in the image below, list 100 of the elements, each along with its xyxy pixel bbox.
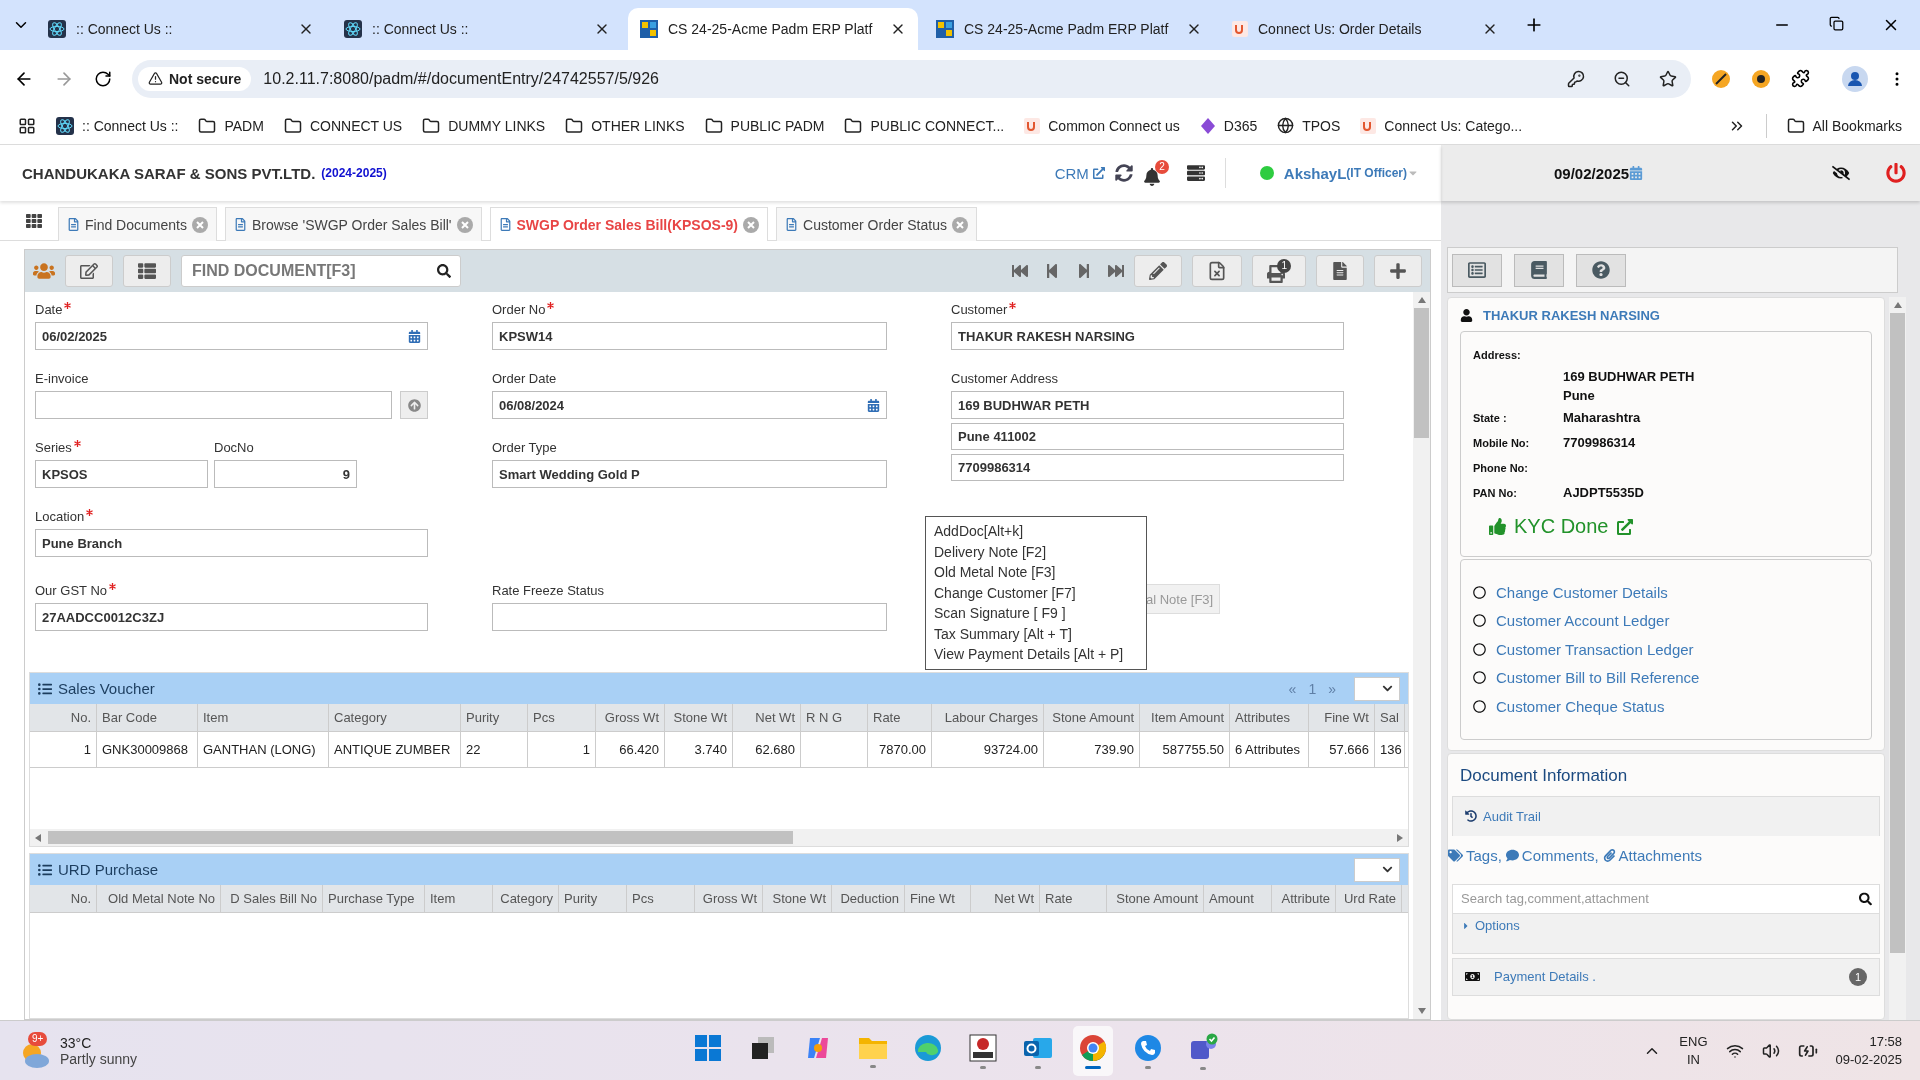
browser-tab[interactable]: :: Connect Us :: <box>332 8 622 50</box>
power-icon[interactable] <box>1886 163 1906 183</box>
customer-link[interactable]: Customer Cheque Status <box>1496 697 1665 715</box>
input-field[interactable]: 9 <box>214 460 357 488</box>
book-button[interactable] <box>1514 253 1564 287</box>
edit-button[interactable] <box>65 255 113 287</box>
security-chip[interactable]: Not secure <box>138 66 252 91</box>
print-button[interactable]: 1 <box>1252 255 1306 287</box>
bookmark[interactable]: DUMMY LINKS <box>422 116 546 135</box>
date-field[interactable]: 06/08/2024 <box>492 391 887 419</box>
bookmark[interactable]: :: Connect Us :: <box>56 116 179 135</box>
bookmark[interactable]: D365 <box>1199 117 1258 134</box>
crm-link[interactable]: CRM <box>1054 164 1105 182</box>
document-tab[interactable]: Find Documents <box>58 207 217 241</box>
menu-item[interactable]: Scan Signature [ F9 ] <box>934 603 1138 624</box>
scroll-right-icon[interactable] <box>1396 833 1404 842</box>
bookmark[interactable]: OTHER LINKS <box>565 116 685 135</box>
bookmark[interactable]: PUBLIC PADM <box>704 116 825 135</box>
customer-link[interactable]: Customer Transaction Ledger <box>1496 640 1694 658</box>
document-tab[interactable]: Customer Order Status <box>776 207 977 241</box>
scroll-left-icon[interactable] <box>34 833 42 842</box>
users-icon[interactable] <box>33 260 55 282</box>
payment-details-row[interactable]: Payment Details . 1 <box>1452 957 1880 996</box>
input-field[interactable]: THAKUR RAKESH NARSING <box>951 322 1344 350</box>
customer-link[interactable]: Change Customer Details <box>1496 583 1668 601</box>
language-indicator[interactable]: ENG IN <box>1679 1032 1708 1069</box>
scrollbar-thumb[interactable] <box>1890 313 1905 953</box>
grid-menu-icon[interactable] <box>26 212 42 229</box>
options-link[interactable]: Options <box>1452 913 1880 954</box>
cancel-document-button[interactable] <box>1192 255 1242 287</box>
extension-icon[interactable] <box>1711 68 1731 89</box>
attachments-link[interactable]: Attachments <box>1602 847 1702 864</box>
zoom-out-icon[interactable] <box>1613 69 1631 88</box>
kyc-status[interactable]: KYC Done <box>1489 515 1859 538</box>
pencil-button[interactable] <box>1134 255 1182 287</box>
menu-item[interactable]: AddDoc[Alt+k] <box>934 521 1138 542</box>
refresh-icon[interactable] <box>1114 164 1133 182</box>
user-menu[interactable]: AkshayL(IT Officer) <box>1283 164 1419 182</box>
address-bar[interactable]: Not secure 10.2.11.7:8080/padm/#/documentEntry/24742557/5/926 <box>132 59 1691 98</box>
key-icon[interactable] <box>1567 69 1585 88</box>
notification-bell[interactable]: 2 <box>1142 160 1169 186</box>
customer-link[interactable]: Customer Bill to Bill Reference <box>1496 669 1700 687</box>
radio-icon[interactable] <box>1473 585 1486 599</box>
input-field[interactable]: 7709986314 <box>951 454 1344 481</box>
last-record-icon[interactable] <box>1108 263 1124 279</box>
scroll-up-icon[interactable] <box>1893 301 1902 309</box>
document-tab[interactable]: Browse 'SWGP Order Sales Bill' <box>224 207 482 241</box>
scroll-down-icon[interactable] <box>1417 1007 1426 1015</box>
list-button[interactable] <box>123 255 171 287</box>
radio-icon[interactable] <box>1473 671 1486 685</box>
first-record-icon[interactable] <box>1012 263 1028 279</box>
scrollbar-thumb[interactable] <box>1414 308 1429 438</box>
bookmark[interactable]: Common Connect us <box>1024 117 1180 134</box>
menu-item[interactable]: Tax Summary [Alt + T] <box>934 623 1138 644</box>
input-field[interactable]: KPSW14 <box>492 322 887 350</box>
input-field[interactable]: Pune Branch <box>35 529 428 557</box>
bookmark[interactable]: All Bookmarks <box>1786 116 1902 135</box>
menu-item[interactable]: View Payment Details [Alt + P] <box>934 644 1138 665</box>
bookmark[interactable]: CONNECT US <box>283 116 403 135</box>
browser-tab[interactable]: :: Connect Us :: <box>36 8 326 50</box>
comments-link[interactable]: Comments, <box>1505 847 1599 864</box>
help-button[interactable] <box>1576 253 1626 287</box>
bookmark[interactable]: TPOS <box>1277 117 1341 134</box>
scrollbar-thumb[interactable] <box>48 831 793 844</box>
document-tab[interactable]: SWGP Order Sales Bill(KPSOS-9) <box>489 207 768 241</box>
clock[interactable]: 17:58 09-02-2025 <box>1835 1032 1902 1069</box>
page-size-select[interactable] <box>1354 857 1400 882</box>
browser-tab[interactable]: Connect Us: Order Details <box>1220 8 1510 50</box>
scroll-up-icon[interactable] <box>1417 296 1426 304</box>
search-icon[interactable] <box>437 264 451 278</box>
input-field[interactable]: 27AADCC0012C3ZJ <box>35 603 428 631</box>
date-field[interactable]: 06/02/2025 <box>35 322 428 350</box>
reload-icon[interactable] <box>94 69 112 88</box>
page-size-select[interactable] <box>1354 676 1400 701</box>
profile-icon[interactable] <box>1842 65 1868 92</box>
hide-icon[interactable] <box>1832 164 1850 182</box>
bookmark[interactable]: PADM <box>198 116 264 135</box>
bookmark[interactable]: Connect Us: Catego... <box>1360 117 1523 134</box>
radio-icon[interactable] <box>1473 699 1486 713</box>
extension-icon[interactable] <box>1751 68 1771 89</box>
input-field[interactable]: Pune 411002 <box>951 423 1344 450</box>
input-field[interactable]: Smart Wedding Gold P <box>492 460 887 488</box>
details-button[interactable] <box>1452 253 1502 287</box>
volume-icon[interactable] <box>1761 1041 1780 1060</box>
input-field[interactable]: 169 BUDHWAR PETH <box>951 391 1344 419</box>
tags-link[interactable]: Tags, <box>1448 847 1502 864</box>
radio-icon[interactable] <box>1473 642 1486 656</box>
customer-link[interactable]: Customer Account Ledger <box>1496 612 1670 630</box>
audit-trail-link[interactable]: Audit Trail <box>1452 795 1880 836</box>
server-icon[interactable] <box>1186 164 1205 182</box>
menu-item[interactable]: Change Customer [F7] <box>934 582 1138 603</box>
next-record-icon[interactable] <box>1076 263 1092 279</box>
radio-icon[interactable] <box>1473 614 1486 628</box>
browser-tab[interactable]: CS 24-25-Acme Padm ERP Platf <box>924 8 1214 50</box>
upload-button[interactable] <box>400 391 428 419</box>
search-field[interactable]: Search tag,comment,attachment <box>1452 883 1880 914</box>
input-field[interactable] <box>492 603 887 631</box>
menu-item[interactable]: Delivery Note [F2] <box>934 541 1138 562</box>
star-icon[interactable] <box>1659 69 1677 88</box>
search-icon[interactable] <box>1859 892 1872 905</box>
